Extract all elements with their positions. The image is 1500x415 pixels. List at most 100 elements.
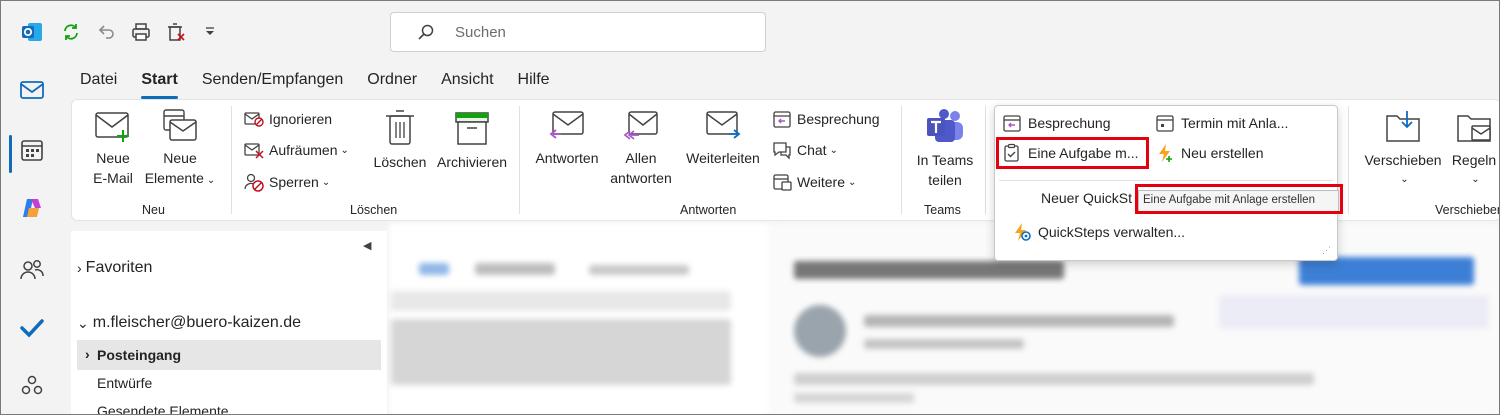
inbox-label: Posteingang (97, 347, 182, 363)
customize-toolbar-chevron-icon[interactable] (199, 21, 221, 43)
print-icon[interactable] (130, 21, 152, 43)
tab-hilfe[interactable]: Hilfe (518, 71, 550, 95)
group-label-teams: Teams (924, 203, 961, 217)
apps-icon[interactable] (15, 369, 49, 403)
blurred-block (1219, 295, 1489, 329)
new-items-button[interactable]: Neue Elemente ⌄ (142, 108, 218, 191)
reply-all-button[interactable]: Allen antworten (606, 108, 676, 188)
blurred-block (1299, 257, 1474, 285)
cleanup-label: Aufräumen (269, 142, 338, 158)
rail-active-indicator (9, 135, 12, 173)
blurred-selected-message (391, 319, 731, 385)
quicksteps-gallery-popup: Besprechung Termin mit Anla... Eine Aufg… (994, 105, 1338, 261)
blurred-block (391, 291, 731, 311)
ribbon-tabs: Datei Start Senden/Empfangen Ordner Ansi… (80, 71, 574, 99)
quickstep-meeting-label: Besprechung (1028, 115, 1111, 131)
group-separator (231, 106, 232, 214)
outlook-window: Suchen Datei Start Senden/Empfangen Ordn… (0, 0, 1500, 415)
blurred-block (864, 339, 1024, 349)
quickstep-create-new[interactable]: Neu erstellen (1155, 141, 1264, 165)
rules-icon (1457, 115, 1491, 142)
meeting-reply-label: Besprechung (797, 111, 880, 127)
cleanup-icon (244, 143, 264, 159)
reply-all-label-1: Allen (625, 150, 657, 166)
quickstep-task-label: Eine Aufgabe m... (1028, 145, 1139, 161)
share-to-teams-button[interactable]: In Teams teilen (910, 108, 980, 190)
rules-chevron-icon: ⌄ (1471, 174, 1480, 185)
calendar-icon[interactable] (15, 133, 49, 167)
inbox-folder[interactable]: › Posteingang (77, 340, 381, 370)
blurred-block (794, 261, 1064, 279)
new-items-label-2: Elemente (144, 170, 204, 186)
delete-button[interactable]: Löschen (372, 108, 428, 172)
sent-folder[interactable]: Gesendete Elemente (97, 403, 229, 414)
move-label: Verschieben (1364, 152, 1442, 168)
collapse-pane-chevron-icon[interactable]: ◀ (363, 239, 371, 252)
manage-quicksteps-icon (1015, 223, 1031, 241)
drafts-folder[interactable]: Entwürfe (97, 375, 152, 391)
quickstep-appointment-with-attachment[interactable]: Termin mit Anla... (1155, 111, 1288, 135)
chat-button[interactable]: Chat ⌄ (772, 139, 838, 161)
copilot-icon[interactable] (15, 191, 49, 225)
chat-chevron-icon: ⌄ (829, 144, 838, 156)
manage-quicksteps-button[interactable]: QuickSteps verwalten... (1012, 220, 1185, 244)
tab-start[interactable]: Start (141, 71, 179, 99)
cleanup-chevron-icon: ⌄ (340, 144, 349, 156)
ignore-icon (244, 112, 264, 127)
new-items-label-1: Neue (163, 150, 197, 166)
quickstep-create-new-label: Neu erstellen (1181, 145, 1264, 161)
tab-datei[interactable]: Datei (80, 71, 117, 95)
chat-icon (773, 142, 791, 160)
reply-icon (549, 111, 584, 139)
blurred-block (794, 393, 914, 403)
search-box[interactable]: Suchen (390, 12, 766, 52)
search-placeholder: Suchen (455, 23, 506, 41)
todo-check-icon[interactable] (15, 311, 49, 345)
quickstep-meeting[interactable]: Besprechung (1002, 111, 1111, 135)
group-separator (985, 106, 986, 214)
drafts-label: Entwürfe (97, 375, 153, 391)
move-button[interactable]: Verschieben ⌄ (1358, 108, 1448, 190)
ignore-button[interactable]: Ignorieren (244, 108, 332, 130)
more-responses-label: Weitere (797, 174, 845, 190)
tab-senden-empfangen[interactable]: Senden/Empfangen (202, 71, 343, 95)
blurred-avatar (794, 305, 846, 357)
favorites-label: Favoriten (85, 259, 153, 276)
chevron-down-icon: ⌄ (77, 314, 89, 331)
resize-grip-icon[interactable]: ⋰ (1322, 245, 1331, 256)
new-email-button[interactable]: Neue E-Mail (90, 108, 136, 188)
forward-button[interactable]: Weiterleiten (680, 108, 766, 168)
more-responses-icon (773, 174, 792, 191)
meeting-reply-button[interactable]: Besprechung (772, 108, 880, 130)
blurred-block (864, 315, 1174, 327)
cleanup-button[interactable]: Aufräumen ⌄ (244, 139, 349, 161)
tooltip-task-with-attachment: Eine Aufgabe mit Anlage erstellen (1138, 190, 1339, 212)
undo-icon[interactable] (95, 21, 117, 43)
rules-button[interactable]: Regeln ⌄ (1446, 108, 1499, 190)
delete-all-icon[interactable] (165, 21, 187, 43)
people-icon[interactable] (15, 253, 49, 287)
sync-icon[interactable] (60, 21, 82, 43)
tab-ordner[interactable]: Ordner (367, 71, 417, 95)
reply-all-label-2: antworten (610, 170, 672, 186)
account-section[interactable]: ⌄ m.fleischer@buero-kaizen.de (77, 314, 301, 332)
block-icon (244, 173, 264, 192)
folder-pane: ◀ › Favoriten ⌄ m.fleischer@buero-kaizen… (71, 231, 387, 414)
chevron-right-icon: › (85, 346, 90, 362)
reply-label: Antworten (535, 150, 599, 166)
new-quickstep-button[interactable]: Neuer QuickSt (1041, 186, 1132, 210)
app-rail (1, 63, 63, 414)
group-label-loeschen: Löschen (350, 203, 398, 217)
favorites-section[interactable]: › Favoriten (77, 259, 152, 277)
more-responses-button[interactable]: Weitere ⌄ (772, 171, 856, 193)
meeting-quickstep-icon (1003, 115, 1021, 132)
archive-button[interactable]: Archivieren (434, 108, 510, 172)
group-label-neu: Neu (142, 203, 165, 217)
tab-ansicht[interactable]: Ansicht (441, 71, 493, 95)
title-bar: Suchen (1, 1, 1499, 63)
meeting-reply-icon (773, 111, 791, 128)
block-button[interactable]: Sperren ⌄ (244, 171, 330, 193)
reply-button[interactable]: Antworten (530, 108, 604, 168)
mail-icon[interactable] (15, 73, 49, 107)
quickstep-task-with-attachment[interactable]: Eine Aufgabe m... (1002, 141, 1139, 165)
